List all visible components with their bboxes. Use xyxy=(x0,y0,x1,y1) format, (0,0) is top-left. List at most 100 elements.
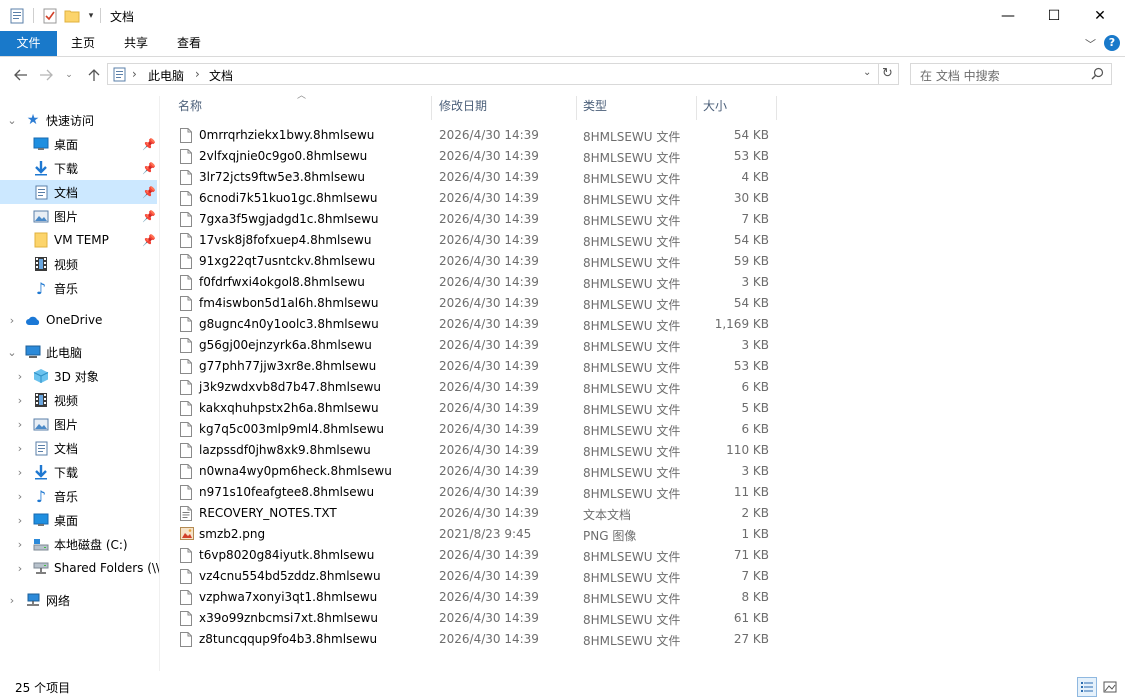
help-icon[interactable]: ? xyxy=(1104,35,1120,51)
breadcrumb-separator-icon[interactable]: › xyxy=(132,67,137,81)
search-icon[interactable] xyxy=(1091,67,1104,83)
nav-item-documents[interactable]: › 文档 xyxy=(0,436,157,460)
chevron-right-icon[interactable]: › xyxy=(14,418,26,431)
file-row[interactable]: j3k9zwdxvb8d7b47.8hmlsewu 2026/4/30 14:39… xyxy=(171,377,779,398)
file-row[interactable]: n0wna4wy0pm6heck.8hmlsewu 2026/4/30 14:39… xyxy=(171,461,779,482)
column-header-type[interactable]: 类型 xyxy=(583,96,607,120)
file-row[interactable]: smzb2.png 2021/8/23 9:45 PNG 图像 1 KB xyxy=(171,524,779,545)
nav-item-downloads[interactable]: 下载 📌 xyxy=(0,156,157,180)
maximize-button[interactable]: ☐ xyxy=(1031,0,1077,31)
breadcrumb-this-pc[interactable]: 此电脑 xyxy=(148,67,184,84)
chevron-right-icon[interactable]: › xyxy=(14,466,26,479)
file-row[interactable]: 17vsk8j8fofxuep4.8hmlsewu 2026/4/30 14:39… xyxy=(171,230,779,251)
column-header-size[interactable]: 大小 xyxy=(703,96,727,120)
forward-button[interactable] xyxy=(35,64,57,86)
tab-file[interactable]: 文件 xyxy=(0,31,57,56)
pin-icon[interactable]: 📌 xyxy=(142,210,156,223)
nav-network[interactable]: › 网络 xyxy=(0,588,157,612)
expand-ribbon-icon[interactable]: ﹀ xyxy=(1085,36,1096,52)
column-divider[interactable] xyxy=(696,96,697,120)
address-dropdown-icon[interactable]: ⌄ xyxy=(863,67,871,78)
new-folder-icon[interactable] xyxy=(63,6,81,26)
nav-item-shared-folders[interactable]: › Shared Folders (\\ xyxy=(0,556,160,580)
file-row[interactable]: 0mrrqrhziekx1bwy.8hmlsewu 2026/4/30 14:39… xyxy=(171,125,779,146)
chevron-down-icon[interactable]: ⌄ xyxy=(6,114,18,127)
close-button[interactable]: ✕ xyxy=(1077,0,1123,31)
pin-icon[interactable]: 📌 xyxy=(142,186,156,199)
customize-qa-icon[interactable]: ▾ xyxy=(84,6,98,26)
file-row[interactable]: fm4iswbon5d1al6h.8hmlsewu 2026/4/30 14:39… xyxy=(171,293,779,314)
file-row[interactable]: 7gxa3f5wgjadgd1c.8hmlsewu 2026/4/30 14:39… xyxy=(171,209,779,230)
file-row[interactable]: g8ugnc4n0y1oolc3.8hmlsewu 2026/4/30 14:39… xyxy=(171,314,779,335)
nav-item-3d-objects[interactable]: › 3D 对象 xyxy=(0,364,157,388)
up-button[interactable] xyxy=(83,64,105,86)
chevron-right-icon[interactable]: › xyxy=(14,514,26,527)
nav-item-downloads[interactable]: › 下载 xyxy=(0,460,157,484)
column-header-date[interactable]: 修改日期 xyxy=(439,96,487,120)
details-view-button[interactable] xyxy=(1077,677,1097,697)
properties-icon[interactable] xyxy=(8,6,26,26)
pin-icon[interactable]: 📌 xyxy=(142,138,156,151)
file-row[interactable]: g77phh77jjw3xr8e.8hmlsewu 2026/4/30 14:39… xyxy=(171,356,779,377)
chevron-right-icon[interactable]: › xyxy=(14,538,26,551)
column-divider[interactable] xyxy=(776,96,777,120)
nav-item-music[interactable]: › ♪ 音乐 xyxy=(0,484,157,508)
back-button[interactable] xyxy=(10,64,32,86)
nav-quick-access[interactable]: ⌄ ★ 快速访问 xyxy=(0,108,157,132)
file-row[interactable]: RECOVERY_NOTES.TXT 2026/4/30 14:39 文本文档 2 K… xyxy=(171,503,779,524)
file-row[interactable]: t6vp8020g84iyutk.8hmlsewu 2026/4/30 14:39… xyxy=(171,545,779,566)
file-row[interactable]: n971s10feafgtee8.8hmlsewu 2026/4/30 14:39… xyxy=(171,482,779,503)
file-row[interactable]: kakxqhuhpstx2h6a.8hmlsewu 2026/4/30 14:39… xyxy=(171,398,779,419)
file-row[interactable]: lazpssdf0jhw8xk9.8hmlsewu 2026/4/30 14:39… xyxy=(171,440,779,461)
tab-home[interactable]: 主页 xyxy=(62,31,104,56)
file-row[interactable]: vzphwa7xonyi3qt1.8hmlsewu 2026/4/30 14:39… xyxy=(171,587,779,608)
nav-item-pictures[interactable]: 图片 📌 xyxy=(0,204,157,228)
file-row[interactable]: 3lr72jcts9ftw5e3.8hmlsewu 2026/4/30 14:39… xyxy=(171,167,779,188)
file-row[interactable]: x39o99znbcmsi7xt.8hmlsewu 2026/4/30 14:39… xyxy=(171,608,779,629)
file-row[interactable]: 2vlfxqjnie0c9go0.8hmlsewu 2026/4/30 14:39… xyxy=(171,146,779,167)
tab-view[interactable]: 查看 xyxy=(168,31,210,56)
search-box[interactable]: 在 文档 中搜索 xyxy=(910,63,1112,85)
pane-divider[interactable] xyxy=(159,96,160,671)
address-bar[interactable]: › 此电脑 › 文档 ⌄ ↻ xyxy=(107,63,899,85)
chevron-right-icon[interactable]: › xyxy=(14,370,26,383)
file-row[interactable]: f0fdrfwxi4okgol8.8hmlsewu 2026/4/30 14:39… xyxy=(171,272,779,293)
pin-icon[interactable]: 📌 xyxy=(142,234,156,247)
nav-item-videos[interactable]: › 视频 xyxy=(0,388,157,412)
breadcrumb-documents[interactable]: 文档 xyxy=(209,67,233,84)
nav-item-videos[interactable]: 视频 xyxy=(0,252,157,276)
nav-item-desktop[interactable]: 桌面 📌 xyxy=(0,132,157,156)
file-row[interactable]: g56gj00ejnzyrk6a.8hmlsewu 2026/4/30 14:39… xyxy=(171,335,779,356)
nav-item-documents[interactable]: 文档 📌 xyxy=(0,180,157,204)
chevron-right-icon[interactable]: › xyxy=(14,562,26,575)
nav-item-vm-temp[interactable]: VM TEMP 📌 xyxy=(0,228,157,252)
column-header-name[interactable]: 名称 xyxy=(178,96,202,120)
chevron-right-icon[interactable]: › xyxy=(14,442,26,455)
chevron-down-icon[interactable]: ⌄ xyxy=(6,346,18,359)
nav-item-desktop[interactable]: › 桌面 xyxy=(0,508,157,532)
search-input[interactable]: 在 文档 中搜索 xyxy=(920,67,1000,84)
file-row[interactable]: 91xg22qt7usntckv.8hmlsewu 2026/4/30 14:39… xyxy=(171,251,779,272)
file-row[interactable]: kg7q5c003mlp9ml4.8hmlsewu 2026/4/30 14:39… xyxy=(171,419,779,440)
nav-item-music[interactable]: ♪ 音乐 xyxy=(0,276,157,300)
column-divider[interactable] xyxy=(431,96,432,120)
tab-share[interactable]: 共享 xyxy=(115,31,157,56)
breadcrumb-separator-icon[interactable]: › xyxy=(195,67,200,81)
column-divider[interactable] xyxy=(576,96,577,120)
nav-onedrive[interactable]: › OneDrive xyxy=(0,308,157,332)
file-row[interactable]: 6cnodi7k51kuo1gc.8hmlsewu 2026/4/30 14:39… xyxy=(171,188,779,209)
chevron-right-icon[interactable]: › xyxy=(14,394,26,407)
pin-icon[interactable]: 📌 xyxy=(142,162,156,175)
recent-locations-icon[interactable]: ⌄ xyxy=(62,64,76,86)
nav-item-local-disk[interactable]: › 本地磁盘 (C:) xyxy=(0,532,157,556)
chevron-right-icon[interactable]: › xyxy=(6,314,18,327)
refresh-icon[interactable]: ↻ xyxy=(882,66,893,81)
nav-item-pictures[interactable]: › 图片 xyxy=(0,412,157,436)
chevron-right-icon[interactable]: › xyxy=(6,594,18,607)
file-row[interactable]: z8tuncqqup9fo4b3.8hmlsewu 2026/4/30 14:39… xyxy=(171,629,779,650)
file-row[interactable]: vz4cnu554bd5zddz.8hmlsewu 2026/4/30 14:39… xyxy=(171,566,779,587)
nav-this-pc[interactable]: ⌄ 此电脑 xyxy=(0,340,157,364)
chevron-right-icon[interactable]: › xyxy=(14,490,26,503)
large-icons-view-button[interactable] xyxy=(1100,677,1120,697)
minimize-button[interactable]: — xyxy=(985,0,1031,31)
